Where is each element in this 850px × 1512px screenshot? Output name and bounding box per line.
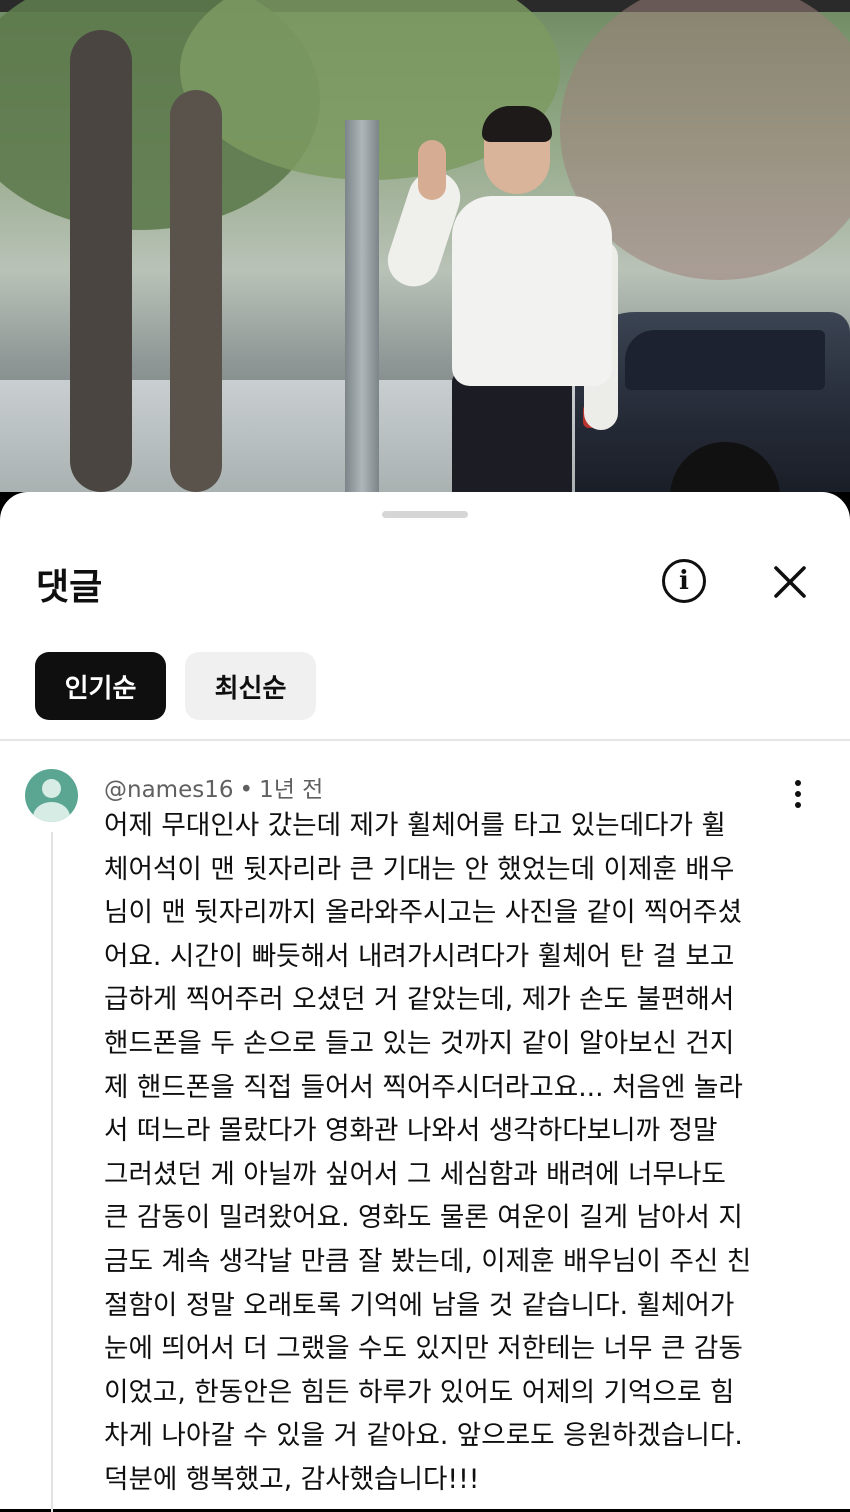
comment-line: 큰 감동이 밀려왔어요. 영화도 물론 여운이 길게 남아서 지 [104,1202,743,1234]
comment-line: 이었고, 한동안은 힘든 하루가 있어도 어제의 기억으로 힘 [104,1376,735,1408]
video-person [452,196,612,386]
comment-line: 절함이 정말 오래토록 기억에 남을 것 같습니다. 휠체어가 [104,1289,735,1321]
video-pole [345,120,379,492]
comment-time: 1년 전 [259,777,324,803]
video-person [482,106,552,142]
comment-line: 급하게 찍어주러 오셨던 거 같았는데, 제가 손도 불편해서 [104,984,735,1016]
comment-author[interactable]: @names16 [104,777,233,803]
comment-line: 덕분에 행복했고, 감사했습니다!!! [104,1463,480,1495]
comments-sheet: 댓글 i 인기순 최신순 @names16 • 1년 전 어제 무대인사 갔는데 제… [0,492,850,1512]
comment-line: 눈에 띄어서 더 그랬을 수도 있지만 저한테는 너무 큰 감동 [104,1333,743,1365]
comment-line: 체어석이 맨 뒷자리라 큰 기대는 안 했었는데 이제훈 배우 [104,853,735,885]
video-person [452,372,572,492]
thread-line [51,832,53,1512]
comment-line: 핸드폰을 두 손으로 들고 있는 것까지 같이 알아보신 건지 [104,1027,735,1059]
video-person [418,140,446,200]
video-player[interactable] [0,0,850,492]
comment-line: 어제 무대인사 갔는데 제가 휠체어를 타고 있는데다가 휠 [104,810,726,841]
avatar[interactable] [25,769,78,822]
sheet-drag-handle[interactable] [382,511,468,518]
comment-meta: @names16 • 1년 전 [104,770,323,804]
comment-line: 어요. 시간이 빠듯해서 내려가시려다가 휠체어 탄 걸 보고 [104,940,735,972]
comment-text: 어제 무대인사 갔는데 제가 휠체어를 타고 있는데다가 휠 체어석이 맨 뒷자… [104,804,794,1502]
comment-line: 금도 계속 생각날 만큼 잘 봤는데, 이제훈 배우님이 주신 친 [104,1245,752,1277]
comment-line: 제 핸드폰을 직접 들어서 찍어주시더라고요... 처음엔 놀라 [104,1071,743,1103]
comment-line: 차게 나아갈 수 있을 거 같아요. 앞으로도 응원하겠습니다. [104,1420,743,1452]
close-icon[interactable] [770,562,810,602]
sort-chip-popular[interactable]: 인기순 [35,652,166,720]
divider [0,739,850,741]
sheet-title: 댓글 [36,567,103,608]
video-tree-trunk [70,30,132,492]
info-icon[interactable]: i [662,559,706,603]
comment-line: 님이 맨 뒷자리까지 올라와주시고는 사진을 같이 찍어주셨 [104,897,742,929]
meta-separator: • [239,777,254,803]
video-tree-trunk [170,90,222,492]
comment-line: 그러셨던 게 아닐까 싶어서 그 세심함과 배려에 너무나도 [104,1158,726,1190]
comment-line: 서 떠느라 몰랐다가 영화관 나와서 생각하다보니까 정말 [104,1115,718,1147]
sort-chip-newest[interactable]: 최신순 [185,652,316,720]
